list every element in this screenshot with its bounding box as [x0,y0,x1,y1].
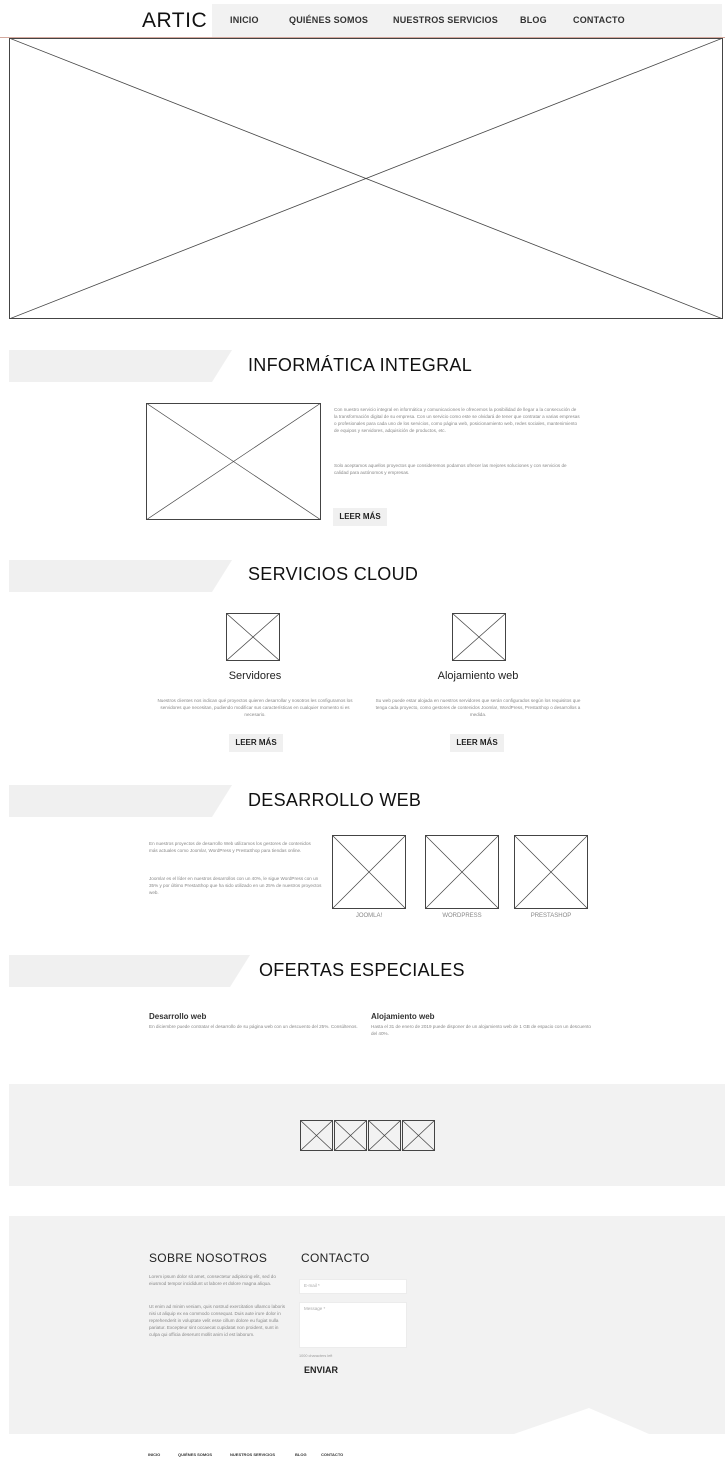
prestashop-image-placeholder [514,835,588,909]
servidores-text: Nuestros clientes nos indican qué proyec… [157,698,353,717]
nav-item-quienes-somos[interactable]: QUIÉNES SOMOS [289,15,368,25]
desarrollo-paragraph-2: Joomla! es el líder en nuestros desarrol… [149,876,322,895]
footer-nav-quienes-somos[interactable]: QUIÉNES SOMOS [178,1452,212,1457]
message-field[interactable]: Message * [299,1302,407,1348]
partner-logo-placeholder [300,1120,333,1151]
nav-item-inicio[interactable]: INICIO [230,15,259,25]
email-field[interactable]: E-mail * [299,1279,407,1294]
informatica-image-placeholder [146,403,321,520]
joomla-label: JOOMLA! [355,913,383,919]
prestashop-label: PRESTASHOP [530,913,572,919]
partner-logo-placeholder [334,1120,367,1151]
oferta-alojamiento-text: Hasta el 31 de enero de 2019 puede dispo… [371,1024,591,1036]
servidores-title: Servidores [228,670,282,682]
footer-nav-servicios[interactable]: NUESTROS SERVICIOS [230,1452,275,1457]
about-title: SOBRE NOSOTROS [149,1251,268,1265]
about-paragraph-2: Ut enim ad minim veniam, quis nostrud ex… [149,1304,286,1337]
oferta-desarrollo-text: En diciembre puede contratar el desarrol… [149,1024,358,1029]
partner-logo-placeholder [402,1120,435,1151]
site-logo[interactable]: ARTIC [142,9,207,33]
nav-item-servicios[interactable]: NUESTROS SERVICIOS [393,15,498,25]
about-paragraph-1: Lorem ipsum dolor sit amet, consectetur … [149,1274,276,1286]
ofertas-title: OFERTAS ESPECIALES [259,960,465,980]
nav-item-blog[interactable]: BLOG [520,15,547,25]
informatica-title: INFORMÁTICA INTEGRAL [248,355,473,375]
send-button[interactable]: ENVIAR [304,1365,338,1375]
footer-nav-inicio[interactable]: INICIO [148,1452,160,1457]
informatica-paragraph-1: Con nuestro servicio integral en informá… [334,407,580,433]
main-nav: INICIO QUIÉNES SOMOS NUESTROS SERVICIOS … [212,4,722,37]
servidores-read-more-button[interactable]: LEER MÁS [229,734,283,752]
alojamiento-title: Alojamiento web [437,670,519,682]
section-banner-shape [0,560,250,592]
nav-item-contacto[interactable]: CONTACTO [573,15,625,25]
desarrollo-title: DESARROLLO WEB [248,790,422,810]
servidores-image-placeholder [226,613,280,661]
footer-nav-blog[interactable]: BLOG [295,1452,307,1457]
section-banner-shape [0,785,250,817]
section-banner-shape [0,955,265,987]
section-banner-shape [0,350,250,382]
oferta-alojamiento-title: Alojamiento web [371,1012,435,1021]
alojamiento-read-more-button[interactable]: LEER MÁS [450,734,504,752]
joomla-image-placeholder [332,835,406,909]
characters-left-counter: 1000 characters left [299,1354,333,1358]
partners-band [9,1084,725,1186]
wordpress-image-placeholder [425,835,499,909]
informatica-read-more-button[interactable]: LEER MÁS [333,508,387,526]
partner-logo-placeholder [368,1120,401,1151]
hero-image-placeholder [9,38,723,319]
wordpress-label: WORDPRESS [442,913,482,919]
desarrollo-paragraph-1: En nuestros proyectos de desarrollo Web … [149,841,311,853]
footer-nav-contacto[interactable]: CONTACTO [321,1452,343,1457]
informatica-paragraph-2: Solo aceptamos aquellos proyectos que co… [334,463,567,475]
cloud-title: SERVICIOS CLOUD [248,564,419,584]
alojamiento-image-placeholder [452,613,506,661]
alojamiento-text: Su web puede estar alojada en nuestros s… [375,698,581,717]
oferta-desarrollo-title: Desarrollo web [149,1012,207,1021]
contact-title: CONTACTO [301,1251,370,1265]
